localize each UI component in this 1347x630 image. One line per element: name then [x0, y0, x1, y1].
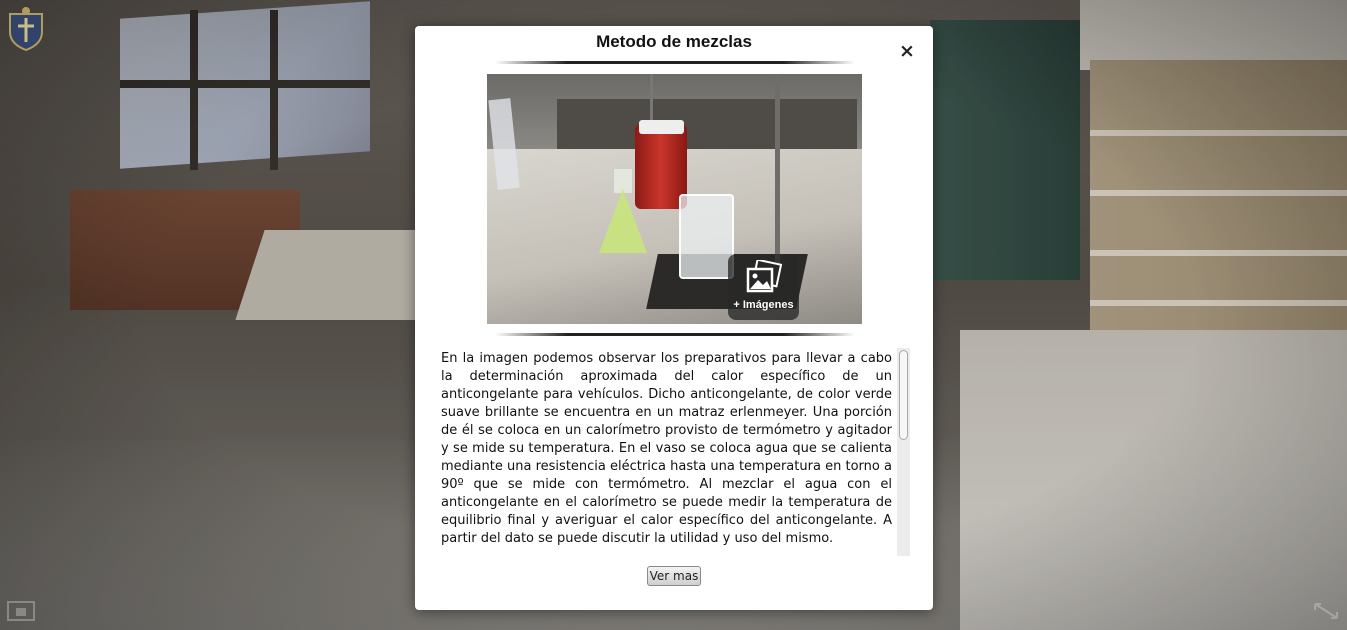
modal-title: Metodo de mezclas	[596, 32, 752, 51]
photo-divider	[495, 333, 855, 336]
stand-rod	[775, 74, 780, 264]
description-text: En la imagen podemos observar los prepar…	[441, 351, 892, 546]
image-gallery-icon	[745, 258, 783, 294]
title-divider	[495, 61, 855, 64]
info-modal: Metodo de mezclas × + Imágenes En la ima…	[415, 26, 933, 610]
ver-mas-button[interactable]: Ver mas	[647, 566, 701, 586]
description-scroll-area[interactable]: En la imagen podemos observar los prepar…	[441, 348, 910, 556]
more-images-button[interactable]: + Imágenes	[728, 254, 799, 320]
erlenmeyer-flask	[599, 189, 647, 253]
close-button[interactable]: ×	[897, 41, 917, 61]
lab-photo[interactable]	[487, 74, 862, 324]
scrollbar-thumb[interactable]	[899, 350, 908, 440]
description-scrollbar[interactable]	[897, 348, 910, 556]
more-images-label: + Imágenes	[733, 299, 794, 311]
calorimeter-lid	[639, 120, 684, 134]
water-beaker	[679, 194, 734, 279]
photo-background-bench	[557, 99, 857, 154]
